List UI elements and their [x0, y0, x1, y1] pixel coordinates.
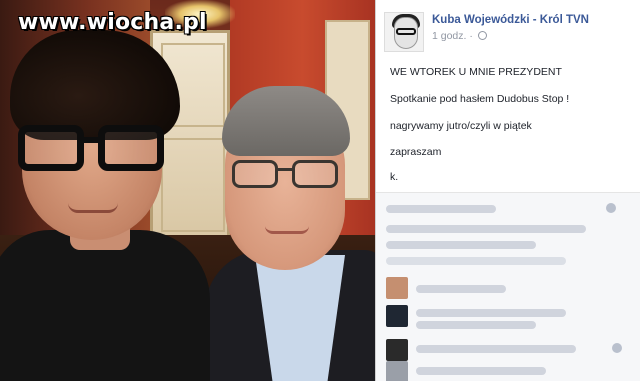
- profile-avatar[interactable]: [384, 12, 424, 52]
- post-line: nagrywamy jutro/czyli w piątek: [390, 120, 532, 132]
- site-watermark: www.wiocha.pl: [18, 10, 207, 35]
- blurred-likes-row: [386, 225, 586, 233]
- post-line: WE WTOREK U MNIE PREZYDENT: [390, 66, 562, 78]
- blurred-commenter-avatar: [386, 305, 408, 327]
- blurred-commenter-avatar: [386, 277, 408, 299]
- author-link[interactable]: Kuba Wojewódzki - Król TVN: [432, 14, 589, 26]
- post-timestamp[interactable]: 1 godz.: [432, 30, 466, 42]
- blurred-comment-row: [416, 321, 536, 329]
- meta-separator: ·: [469, 30, 473, 42]
- blurred-comment-row: [386, 257, 566, 265]
- blurred-action-bar: [386, 205, 496, 213]
- facebook-post-panel: Kuba Wojewódzki - Król TVN 1 godz. · WE …: [375, 0, 640, 381]
- post-line: zapraszam: [390, 146, 442, 158]
- blurred-comment-row: [416, 367, 546, 375]
- blurred-comment-row: [416, 309, 566, 317]
- blurred-commenter-avatar: [386, 339, 408, 361]
- globe-icon[interactable]: [477, 31, 487, 40]
- post-header: Kuba Wojewódzki - Król TVN 1 godz. ·: [384, 12, 634, 52]
- blurred-commenter-avatar: [386, 361, 408, 381]
- person-left-smile: [68, 203, 118, 213]
- blurred-icon: [606, 203, 616, 213]
- person-left-shirt: [0, 230, 210, 381]
- screenshot-frame: www.wiocha.pl Kuba Wojewódzki - Król TVN…: [0, 0, 640, 381]
- post-line: k.: [390, 171, 399, 183]
- selfie-photo: www.wiocha.pl: [0, 0, 375, 381]
- post-meta: 1 godz. ·: [432, 30, 487, 42]
- person-right-smile: [265, 226, 309, 234]
- blurred-comments: [376, 192, 640, 381]
- post-line: Spotkanie pod hasłem Dudobus Stop !: [390, 93, 570, 105]
- blurred-icon: [612, 343, 622, 353]
- blurred-comment-row: [416, 285, 506, 293]
- blurred-comment-row: [416, 345, 576, 353]
- person-right-glasses: [232, 160, 342, 192]
- person-left-glasses: [18, 125, 168, 173]
- blurred-likes-row: [386, 241, 536, 249]
